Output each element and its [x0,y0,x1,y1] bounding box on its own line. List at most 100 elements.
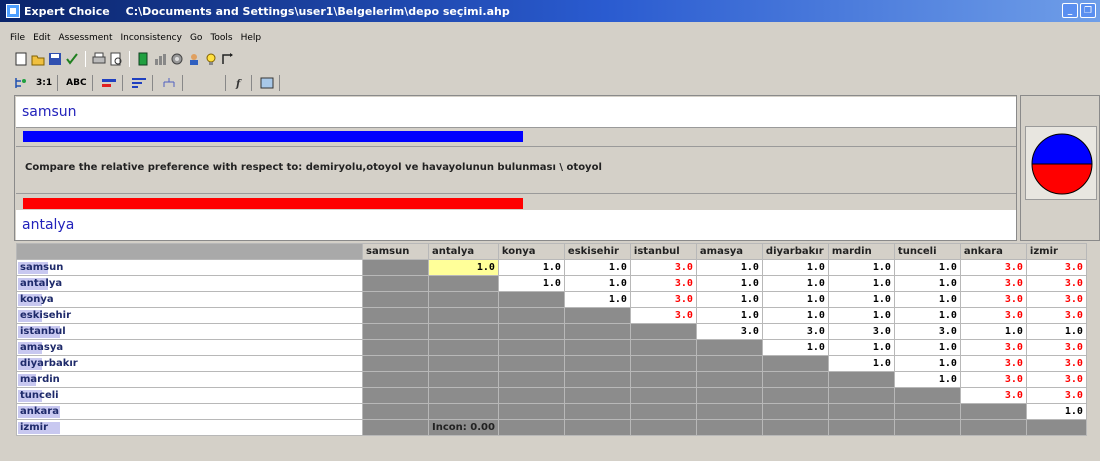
matrix-cell[interactable]: 1.0 [695,307,763,324]
matrix-cell[interactable]: 3.0 [959,275,1027,292]
gear-icon[interactable] [170,52,184,66]
model-icon[interactable] [136,52,150,66]
matrix-cell[interactable]: 1.0 [761,275,829,292]
matrix-cell[interactable]: 1.0 [497,275,565,292]
column-header[interactable]: samsun [362,243,429,260]
matrix-cell[interactable]: 3.0 [1025,371,1087,388]
matrix-cell[interactable]: 1.0 [497,259,565,276]
matrix-cell[interactable]: 1.0 [827,259,895,276]
matrix-cell[interactable]: 1.0 [827,355,895,372]
bottom-item-preference-bar[interactable] [23,198,523,209]
menu-inconsistency[interactable]: Inconsistency [121,33,182,47]
matrix-cell[interactable]: 1.0 [695,275,763,292]
matrix-cell[interactable]: 1.0 [893,355,961,372]
column-header[interactable]: tunceli [893,243,961,260]
pointer-icon[interactable] [221,52,235,66]
matrix-cell[interactable]: 1.0 [563,275,631,292]
print-preview-icon[interactable] [109,52,123,66]
tab-matrix[interactable] [255,75,280,91]
menu-assessment[interactable]: Assessment [59,33,113,47]
matrix-cell[interactable]: 1.0 [563,291,631,308]
column-header[interactable]: amasya [695,243,763,260]
matrix-cell[interactable]: 3.0 [959,307,1027,324]
row-label[interactable]: tunceli [16,387,363,404]
tree-view-icon[interactable] [14,76,28,90]
row-label[interactable]: amasya [16,339,363,356]
matrix-cell[interactable]: 1.0 [1025,403,1087,420]
matrix-cell[interactable]: 1.0 [761,291,829,308]
matrix-cell[interactable]: 1.0 [827,291,895,308]
matrix-cell[interactable]: 3.0 [1025,307,1087,324]
matrix-cell[interactable]: 1.0 [761,259,829,276]
matrix-cell[interactable]: 1.0 [893,259,961,276]
matrix-cell[interactable]: 3.0 [959,387,1027,404]
row-label[interactable]: diyarbakır [16,355,363,372]
matrix-cell[interactable]: 3.0 [761,323,829,340]
tab-blank[interactable] [186,75,226,91]
column-header[interactable]: antalya [428,243,499,260]
row-label[interactable]: ankara [16,403,363,420]
matrix-cell[interactable]: 1.0 [1025,323,1087,340]
tab-graphical[interactable] [96,75,123,91]
save-icon[interactable] [48,52,62,66]
matrix-cell-selected[interactable]: 1.0 [428,259,499,276]
matrix-cell[interactable]: 1.0 [761,307,829,324]
matrix-cell[interactable]: 3.0 [1025,291,1087,308]
matrix-cell[interactable]: 1.0 [893,371,961,388]
tab-verbal[interactable]: ABC [61,75,93,91]
matrix-cell[interactable]: 3.0 [959,339,1027,356]
matrix-cell[interactable]: 1.0 [893,275,961,292]
matrix-cell[interactable]: 3.0 [629,307,697,324]
column-header[interactable]: istanbul [629,243,697,260]
matrix-cell[interactable]: 3.0 [1025,387,1087,404]
matrix-cell[interactable]: 1.0 [563,259,631,276]
tab-formula[interactable]: f [229,75,252,91]
tab-tree[interactable] [156,75,183,91]
matrix-cell[interactable]: 3.0 [1025,275,1087,292]
matrix-cell[interactable]: 1.0 [893,339,961,356]
top-item-preference-bar[interactable] [23,131,523,142]
tab-numerical-ratio[interactable]: 3:1 [31,75,59,91]
row-label[interactable]: samsun [16,259,363,276]
idea-icon[interactable] [204,52,218,66]
matrix-cell[interactable]: 3.0 [827,323,895,340]
matrix-cell[interactable]: 3.0 [959,259,1027,276]
new-file-icon[interactable] [14,52,28,66]
users-icon[interactable] [187,52,201,66]
matrix-cell[interactable]: 3.0 [959,291,1027,308]
menu-tools[interactable]: Tools [210,33,232,47]
matrix-cell[interactable]: 3.0 [1025,259,1087,276]
matrix-cell[interactable]: 1.0 [959,323,1027,340]
row-label[interactable]: antalya [16,275,363,292]
menu-help[interactable]: Help [241,33,262,47]
matrix-cell[interactable]: 1.0 [827,339,895,356]
column-header[interactable]: eskisehir [563,243,631,260]
menu-file[interactable]: File [10,33,25,47]
row-label[interactable]: mardin [16,371,363,388]
row-label[interactable]: eskisehir [16,307,363,324]
menu-go[interactable]: Go [190,33,202,47]
open-folder-icon[interactable] [31,52,45,66]
matrix-cell[interactable]: 3.0 [629,291,697,308]
matrix-cell[interactable]: 1.0 [827,275,895,292]
matrix-cell[interactable]: 3.0 [959,355,1027,372]
row-label[interactable]: istanbul [16,323,363,340]
column-header[interactable]: mardin [827,243,895,260]
chart-icon[interactable] [153,52,167,66]
matrix-cell[interactable]: 1.0 [695,259,763,276]
matrix-cell[interactable]: 1.0 [695,291,763,308]
matrix-cell[interactable]: 1.0 [893,307,961,324]
column-header[interactable]: ankara [959,243,1027,260]
matrix-cell[interactable]: 3.0 [629,275,697,292]
matrix-cell[interactable]: 1.0 [761,339,829,356]
row-label[interactable]: izmir [16,419,363,436]
column-header[interactable]: konya [497,243,565,260]
check-icon[interactable] [65,52,79,66]
matrix-cell[interactable]: 3.0 [695,323,763,340]
matrix-cell[interactable]: 3.0 [1025,339,1087,356]
tab-sort[interactable] [126,75,153,91]
restore-button[interactable]: ❐ [1080,3,1096,18]
row-label[interactable]: konya [16,291,363,308]
column-header[interactable]: izmir [1025,243,1087,260]
minimize-button[interactable]: _ [1062,3,1078,18]
